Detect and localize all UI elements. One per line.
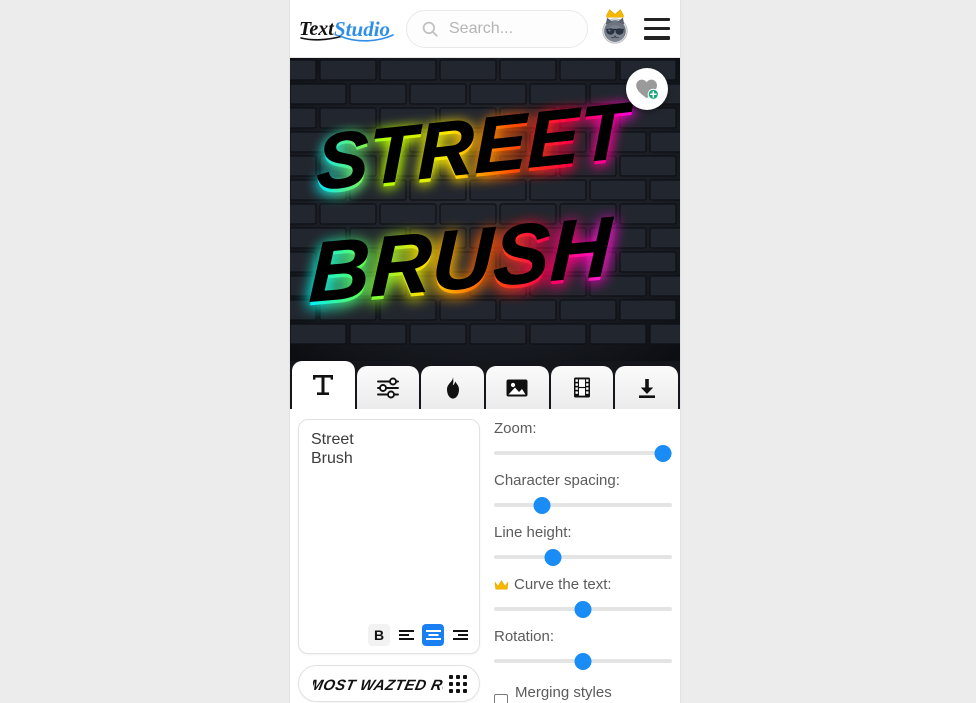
app-window: Text Studio Search... STREET STREET BRUS… — [290, 0, 680, 703]
menu-bar-1 — [644, 17, 670, 21]
control-zoom: Zoom: — [494, 419, 672, 462]
svg-text:BRUSH: BRUSH — [308, 199, 615, 320]
zoom-slider-track — [494, 451, 672, 455]
image-icon — [506, 379, 528, 396]
heart-plus-icon — [636, 79, 659, 100]
curve-text-label-row: Curve the text: — [494, 575, 672, 595]
graffiti-artwork: STREET STREET BRUSH BRUSH — [307, 85, 634, 324]
tab-animation[interactable] — [550, 366, 614, 409]
menu-bar-2 — [644, 26, 670, 31]
grid-dots-icon[interactable] — [449, 674, 467, 693]
control-character-spacing: Character spacing: — [494, 471, 672, 514]
favorite-button[interactable] — [626, 68, 668, 110]
control-rotation: Rotation: — [494, 627, 672, 670]
flame-icon — [446, 376, 459, 399]
page-background: Text Studio Search... STREET STREET BRUS… — [0, 0, 976, 703]
app-header: Text Studio — [290, 0, 680, 58]
character-spacing-label: Character spacing: — [494, 472, 620, 489]
zoom-label: Zoom: — [494, 420, 537, 437]
sliders-icon — [377, 377, 399, 398]
character-spacing-slider[interactable] — [494, 496, 672, 514]
align-center-button[interactable] — [422, 624, 444, 646]
download-icon — [638, 378, 655, 398]
tab-effects[interactable] — [421, 366, 485, 409]
rotation-slider-thumb[interactable] — [574, 653, 592, 670]
sliders-column: Zoom: Character spacing: Line height: Cu… — [488, 419, 672, 703]
controls-panel: B — [290, 409, 680, 703]
menu-bar-3 — [644, 36, 670, 40]
merging-styles-checkbox[interactable] — [494, 694, 508, 703]
design-canvas[interactable]: STREET STREET BRUSH BRUSH — [290, 58, 680, 361]
hamburger-menu-icon[interactable] — [644, 17, 670, 40]
merging-styles-label: Merging styles (multiline) — [515, 684, 612, 703]
rotation-slider[interactable] — [494, 652, 672, 670]
align-right-button[interactable] — [449, 624, 471, 646]
line-height-slider[interactable] — [494, 548, 672, 566]
line-height-slider-track — [494, 555, 672, 559]
tab-settings[interactable] — [356, 366, 420, 409]
curve-text-slider[interactable] — [494, 600, 672, 618]
align-right-icon — [452, 629, 468, 640]
tab-text[interactable] — [292, 361, 355, 409]
svg-text:STREET: STREET — [317, 85, 634, 207]
text-editor-card[interactable]: B — [298, 419, 480, 654]
editor-column: B — [298, 419, 480, 703]
font-selector[interactable]: MOST WAZTED Re — [298, 665, 480, 702]
font-name-text: MOST WAZTED Re — [313, 677, 443, 694]
text-input[interactable] — [311, 430, 467, 600]
zoom-slider-thumb[interactable] — [654, 445, 672, 462]
crown-icon — [494, 579, 509, 591]
tab-image[interactable] — [486, 366, 549, 409]
align-center-icon — [425, 629, 441, 640]
merging-styles-row[interactable]: Merging styles (multiline) — [494, 684, 672, 703]
svg-text:Text: Text — [299, 18, 335, 40]
line-height-slider-thumb[interactable] — [544, 549, 562, 566]
zoom-slider[interactable] — [494, 444, 672, 462]
character-spacing-slider-track — [494, 503, 672, 507]
align-left-icon — [398, 629, 414, 640]
line-height-label: Line height: — [494, 524, 572, 541]
tab-download[interactable] — [615, 366, 679, 409]
format-buttons: B — [368, 624, 471, 646]
textstudio-logo[interactable]: Text Studio — [298, 9, 398, 49]
search-input[interactable] — [449, 19, 573, 38]
character-spacing-slider-thumb[interactable] — [533, 497, 551, 514]
avatar[interactable] — [598, 8, 632, 46]
control-line-height: Line height: — [494, 523, 672, 566]
search-icon — [421, 20, 439, 38]
search-box[interactable] — [406, 9, 588, 48]
film-strip-icon — [574, 377, 591, 398]
font-name-preview: MOST WAZTED Re — [313, 673, 443, 695]
curve-text-slider-thumb[interactable] — [574, 601, 592, 618]
curve-text-label: Curve the text: — [514, 576, 612, 593]
bold-button[interactable]: B — [368, 624, 390, 646]
rotation-label: Rotation: — [494, 628, 555, 645]
tool-tabbar — [290, 361, 680, 409]
text-tool-icon — [313, 375, 334, 395]
align-left-button[interactable] — [395, 624, 417, 646]
control-curve-text: Curve the text: — [494, 575, 672, 618]
